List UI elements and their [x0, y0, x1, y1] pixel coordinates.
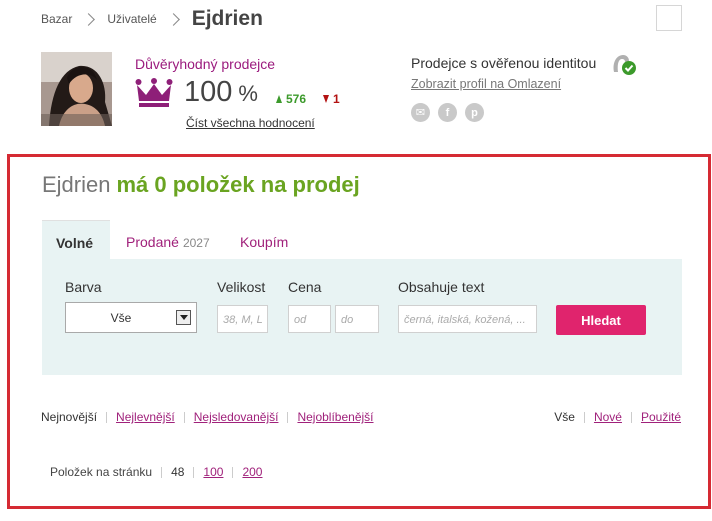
condition-used[interactable]: Použité	[641, 410, 681, 424]
pinterest-icon[interactable]: p	[465, 103, 484, 122]
rating-unit: %	[238, 81, 258, 106]
social-share: ✉ f p	[411, 103, 484, 122]
divider	[106, 411, 108, 423]
trusted-seller-label: Důvěryhodný prodejce	[135, 56, 276, 72]
avatar	[41, 52, 112, 126]
condition-options: Vše Nové Použité	[554, 410, 681, 424]
text-label: Obsahuje text	[398, 279, 485, 295]
tab-sold[interactable]: Prodané 2027	[112, 220, 224, 261]
arrow-down-icon	[323, 95, 329, 103]
divider	[232, 466, 234, 478]
per-page-options: Položek na stránku 48 100 200	[50, 465, 262, 479]
sort-most-watched[interactable]: Nejsledovanější	[194, 410, 279, 424]
price-label: Cena	[288, 279, 322, 295]
condition-new[interactable]: Nové	[594, 410, 622, 424]
facebook-icon[interactable]: f	[438, 103, 457, 122]
color-select-value: Vše	[110, 311, 132, 325]
color-select[interactable]: Vše	[65, 302, 197, 333]
tab-sold-label: Prodané	[126, 234, 179, 250]
negative-count: 1	[333, 92, 340, 106]
listing-tabs: Volné Prodané 2027 Koupím	[42, 220, 682, 261]
divider	[630, 411, 632, 423]
divider	[287, 411, 289, 423]
headline-user: Ejdrien	[42, 172, 111, 197]
breadcrumb: Bazar Uživatelé Ejdrien	[41, 6, 263, 32]
crown-icon	[135, 77, 173, 109]
breadcrumb-bazar[interactable]: Bazar	[41, 12, 72, 26]
color-label: Barva	[65, 279, 102, 295]
chevron-right-icon	[82, 12, 96, 26]
rating-percentage: 100%	[184, 76, 258, 109]
divider	[193, 466, 195, 478]
divider	[161, 466, 163, 478]
per-page-48[interactable]: 48	[171, 465, 184, 479]
search-button[interactable]: Hledat	[556, 305, 646, 335]
sort-options: Nejnovější Nejlevnější Nejsledovanější N…	[41, 410, 374, 424]
per-page-100[interactable]: 100	[203, 465, 223, 479]
text-search-input[interactable]: černá, italská, kožená, ...	[398, 305, 537, 333]
positive-count: 576	[286, 92, 307, 106]
listing-panel: Ejdrien má 0 položek na prodej Volné Prod…	[7, 154, 711, 509]
arrow-up-icon	[276, 95, 282, 103]
headline-count: má 0 položek na prodej	[116, 172, 360, 197]
verified-badge-icon	[611, 52, 637, 76]
sort-most-popular[interactable]: Nejoblíbenější	[297, 410, 373, 424]
breadcrumb-users[interactable]: Uživatelé	[107, 12, 156, 26]
per-page-label: Položek na stránku	[50, 465, 153, 479]
verified-identity-label: Prodejce s ověřenou identitou	[411, 55, 597, 71]
size-label: Velikost	[217, 279, 266, 295]
condition-all[interactable]: Vše	[554, 410, 575, 424]
page-title: Ejdrien	[191, 7, 263, 30]
price-to-input[interactable]: do	[335, 305, 379, 333]
sort-cheapest[interactable]: Nejlevnější	[116, 410, 175, 424]
view-profile-link[interactable]: Zobrazit profil na Omlazení	[411, 77, 561, 91]
filter-box: Barva Vše Velikost 38, M, L Cena od do O…	[42, 259, 682, 375]
mail-icon[interactable]: ✉	[411, 103, 430, 122]
divider	[183, 411, 185, 423]
price-from-input[interactable]: od	[288, 305, 331, 333]
divider	[583, 411, 585, 423]
size-input[interactable]: 38, M, L	[217, 305, 268, 333]
chevron-right-icon	[166, 12, 180, 26]
listing-headline: Ejdrien má 0 položek na prodej	[42, 172, 360, 198]
chevron-down-icon[interactable]	[176, 310, 191, 325]
positive-reviews: 576	[276, 92, 306, 106]
menu-toggle-button[interactable]	[656, 5, 682, 31]
negative-reviews: 1	[323, 92, 340, 106]
read-all-reviews-link[interactable]: Číst všechna hodnocení	[186, 116, 315, 130]
sort-newest[interactable]: Nejnovější	[41, 410, 97, 424]
tab-free[interactable]: Volné	[42, 220, 110, 261]
tab-bought[interactable]: Koupím	[226, 220, 302, 261]
per-page-200[interactable]: 200	[242, 465, 262, 479]
rating-value: 100	[184, 76, 233, 108]
tab-sold-count: 2027	[182, 236, 210, 250]
